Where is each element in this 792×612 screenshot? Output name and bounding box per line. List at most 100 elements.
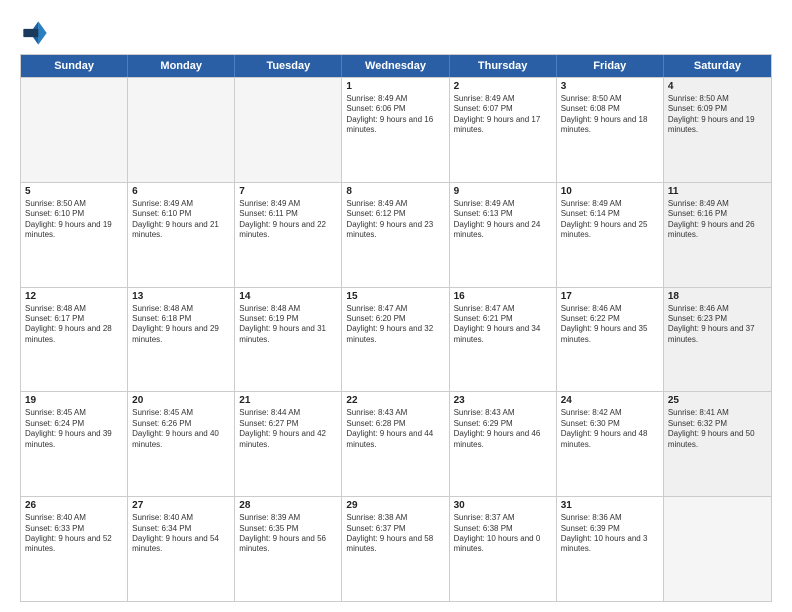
day-number: 3 <box>561 81 659 92</box>
cal-cell-day-28: 28 Sunrise: 8:39 AM Sunset: 6:35 PM Dayli… <box>235 497 342 601</box>
calendar: SundayMondayTuesdayWednesdayThursdayFrid… <box>20 54 772 602</box>
cell-info: Sunrise: 8:49 AM Sunset: 6:11 PM Dayligh… <box>239 199 337 241</box>
cal-cell-day-8: 8Sunrise: 8:49 AM Sunset: 6:12 PM Daylig… <box>342 183 449 287</box>
cal-row-2: 12Sunrise: 8:48 AM Sunset: 6:17 PM Dayli… <box>21 287 771 392</box>
day-number: 15 <box>346 291 444 302</box>
cal-cell-day-5: 5 Sunrise: 8:50 AM Sunset: 6:10 PM Daylig… <box>21 183 128 287</box>
cell-info: Sunrise: 8:40 AM Sunset: 6:34 PM Dayligh… <box>132 513 230 555</box>
cell-info: Sunrise: 8:36 AM Sunset: 6:39 PM Dayligh… <box>561 513 659 555</box>
day-number: 26 <box>25 500 123 511</box>
cal-row-4: 26 Sunrise: 8:40 AM Sunset: 6:33 PM Dayli… <box>21 496 771 601</box>
cell-info: Sunrise: 8:49 AM Sunset: 6:16 PM Dayligh… <box>668 199 767 241</box>
cal-cell-day-7: 7 Sunrise: 8:49 AM Sunset: 6:11 PM Daylig… <box>235 183 342 287</box>
cal-cell-day-13: 13Sunrise: 8:48 AM Sunset: 6:18 PM Dayli… <box>128 288 235 392</box>
cal-cell-day-27: 27 Sunrise: 8:40 AM Sunset: 6:34 PM Dayli… <box>128 497 235 601</box>
cal-cell-day-4: 4 Sunrise: 8:50 AM Sunset: 6:09 PM Daylig… <box>664 78 771 182</box>
cell-info: Sunrise: 8:48 AM Sunset: 6:18 PM Dayligh… <box>132 304 230 346</box>
cal-cell-day-15: 15Sunrise: 8:47 AM Sunset: 6:20 PM Dayli… <box>342 288 449 392</box>
cell-info: Sunrise: 8:39 AM Sunset: 6:35 PM Dayligh… <box>239 513 337 555</box>
day-number: 30 <box>454 500 552 511</box>
cal-cell-day-11: 11 Sunrise: 8:49 AM Sunset: 6:16 PM Dayli… <box>664 183 771 287</box>
cal-cell-day-19: 19 Sunrise: 8:45 AM Sunset: 6:24 PM Dayli… <box>21 392 128 496</box>
cal-cell-day-10: 10Sunrise: 8:49 AM Sunset: 6:14 PM Dayli… <box>557 183 664 287</box>
header-cell-wednesday: Wednesday <box>342 55 449 77</box>
cell-info: Sunrise: 8:46 AM Sunset: 6:23 PM Dayligh… <box>668 304 767 346</box>
cal-cell-day-29: 29 Sunrise: 8:38 AM Sunset: 6:37 PM Dayli… <box>342 497 449 601</box>
day-number: 25 <box>668 395 767 406</box>
header-cell-tuesday: Tuesday <box>235 55 342 77</box>
cell-info: Sunrise: 8:49 AM Sunset: 6:10 PM Dayligh… <box>132 199 230 241</box>
cal-cell-day-31: 31 Sunrise: 8:36 AM Sunset: 6:39 PM Dayli… <box>557 497 664 601</box>
cell-info: Sunrise: 8:43 AM Sunset: 6:29 PM Dayligh… <box>454 408 552 450</box>
header-cell-monday: Monday <box>128 55 235 77</box>
day-number: 27 <box>132 500 230 511</box>
header-cell-saturday: Saturday <box>664 55 771 77</box>
cell-info: Sunrise: 8:37 AM Sunset: 6:38 PM Dayligh… <box>454 513 552 555</box>
cell-info: Sunrise: 8:47 AM Sunset: 6:21 PM Dayligh… <box>454 304 552 346</box>
cal-cell-day-14: 14Sunrise: 8:48 AM Sunset: 6:19 PM Dayli… <box>235 288 342 392</box>
day-number: 23 <box>454 395 552 406</box>
cal-cell-day-21: 21 Sunrise: 8:44 AM Sunset: 6:27 PM Dayli… <box>235 392 342 496</box>
day-number: 2 <box>454 81 552 92</box>
cell-info: Sunrise: 8:40 AM Sunset: 6:33 PM Dayligh… <box>25 513 123 555</box>
page: SundayMondayTuesdayWednesdayThursdayFrid… <box>0 0 792 612</box>
cell-info: Sunrise: 8:49 AM Sunset: 6:07 PM Dayligh… <box>454 94 552 136</box>
day-number: 21 <box>239 395 337 406</box>
day-number: 11 <box>668 186 767 197</box>
day-number: 9 <box>454 186 552 197</box>
cell-info: Sunrise: 8:45 AM Sunset: 6:26 PM Dayligh… <box>132 408 230 450</box>
day-number: 12 <box>25 291 123 302</box>
day-number: 16 <box>454 291 552 302</box>
day-number: 20 <box>132 395 230 406</box>
cell-info: Sunrise: 8:50 AM Sunset: 6:08 PM Dayligh… <box>561 94 659 136</box>
day-number: 24 <box>561 395 659 406</box>
cal-cell-day-2: 2 Sunrise: 8:49 AM Sunset: 6:07 PM Daylig… <box>450 78 557 182</box>
cal-row-1: 5 Sunrise: 8:50 AM Sunset: 6:10 PM Daylig… <box>21 182 771 287</box>
day-number: 14 <box>239 291 337 302</box>
cal-cell-empty <box>21 78 128 182</box>
cal-row-0: 1 Sunrise: 8:49 AM Sunset: 6:06 PM Daylig… <box>21 77 771 182</box>
cell-info: Sunrise: 8:49 AM Sunset: 6:13 PM Dayligh… <box>454 199 552 241</box>
cal-cell-empty <box>128 78 235 182</box>
cell-info: Sunrise: 8:38 AM Sunset: 6:37 PM Dayligh… <box>346 513 444 555</box>
cell-info: Sunrise: 8:49 AM Sunset: 6:06 PM Dayligh… <box>346 94 444 136</box>
cal-cell-day-23: 23 Sunrise: 8:43 AM Sunset: 6:29 PM Dayli… <box>450 392 557 496</box>
cal-cell-empty <box>664 497 771 601</box>
day-number: 18 <box>668 291 767 302</box>
cal-cell-day-3: 3 Sunrise: 8:50 AM Sunset: 6:08 PM Daylig… <box>557 78 664 182</box>
cal-cell-day-18: 18 Sunrise: 8:46 AM Sunset: 6:23 PM Dayli… <box>664 288 771 392</box>
cal-cell-day-20: 20 Sunrise: 8:45 AM Sunset: 6:26 PM Dayli… <box>128 392 235 496</box>
cell-info: Sunrise: 8:45 AM Sunset: 6:24 PM Dayligh… <box>25 408 123 450</box>
day-number: 31 <box>561 500 659 511</box>
header-cell-friday: Friday <box>557 55 664 77</box>
cal-cell-day-24: 24 Sunrise: 8:42 AM Sunset: 6:30 PM Dayli… <box>557 392 664 496</box>
day-number: 6 <box>132 186 230 197</box>
cell-info: Sunrise: 8:42 AM Sunset: 6:30 PM Dayligh… <box>561 408 659 450</box>
day-number: 7 <box>239 186 337 197</box>
cell-info: Sunrise: 8:41 AM Sunset: 6:32 PM Dayligh… <box>668 408 767 450</box>
cal-cell-day-9: 9 Sunrise: 8:49 AM Sunset: 6:13 PM Daylig… <box>450 183 557 287</box>
header <box>20 18 772 48</box>
cal-cell-day-22: 22Sunrise: 8:43 AM Sunset: 6:28 PM Dayli… <box>342 392 449 496</box>
day-number: 1 <box>346 81 444 92</box>
day-number: 28 <box>239 500 337 511</box>
day-number: 5 <box>25 186 123 197</box>
cell-info: Sunrise: 8:50 AM Sunset: 6:09 PM Dayligh… <box>668 94 767 136</box>
day-number: 19 <box>25 395 123 406</box>
cell-info: Sunrise: 8:46 AM Sunset: 6:22 PM Dayligh… <box>561 304 659 346</box>
cal-cell-day-1: 1 Sunrise: 8:49 AM Sunset: 6:06 PM Daylig… <box>342 78 449 182</box>
cell-info: Sunrise: 8:50 AM Sunset: 6:10 PM Dayligh… <box>25 199 123 241</box>
cell-info: Sunrise: 8:44 AM Sunset: 6:27 PM Dayligh… <box>239 408 337 450</box>
cal-cell-day-17: 17 Sunrise: 8:46 AM Sunset: 6:22 PM Dayli… <box>557 288 664 392</box>
cal-cell-day-30: 30 Sunrise: 8:37 AM Sunset: 6:38 PM Dayli… <box>450 497 557 601</box>
cal-cell-day-26: 26 Sunrise: 8:40 AM Sunset: 6:33 PM Dayli… <box>21 497 128 601</box>
logo-icon <box>20 18 50 48</box>
calendar-header: SundayMondayTuesdayWednesdayThursdayFrid… <box>21 55 771 77</box>
cal-row-3: 19 Sunrise: 8:45 AM Sunset: 6:24 PM Dayli… <box>21 391 771 496</box>
calendar-body: 1 Sunrise: 8:49 AM Sunset: 6:06 PM Daylig… <box>21 77 771 601</box>
day-number: 17 <box>561 291 659 302</box>
day-number: 10 <box>561 186 659 197</box>
day-number: 29 <box>346 500 444 511</box>
day-number: 4 <box>668 81 767 92</box>
cal-cell-day-16: 16 Sunrise: 8:47 AM Sunset: 6:21 PM Dayli… <box>450 288 557 392</box>
